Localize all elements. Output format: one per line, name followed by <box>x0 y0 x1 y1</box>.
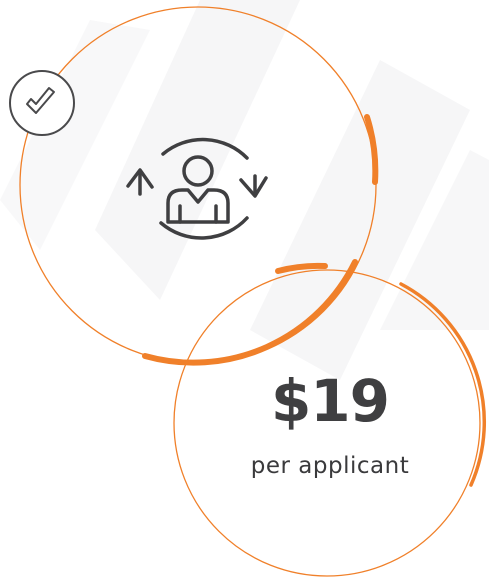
ring-graphics <box>9 6 486 577</box>
user-sync-icon <box>126 137 268 240</box>
price-amount: $19 <box>270 367 390 435</box>
pricing-graphic: $19 per applicant <box>0 0 489 580</box>
upper-ring-accent <box>142 259 358 366</box>
checkmark-icon <box>9 70 75 136</box>
upper-ring-accent <box>364 114 379 185</box>
price-unit: per applicant <box>250 453 410 479</box>
